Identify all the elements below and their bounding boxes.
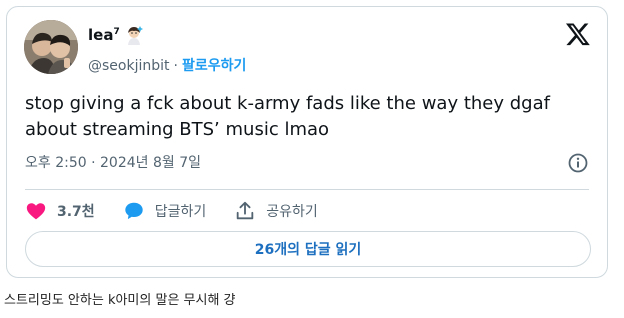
name-superscript: 7 [113,27,120,37]
emoji-badge-icon [124,25,144,45]
info-icon[interactable] [567,152,589,174]
x-logo-icon[interactable] [565,21,591,47]
user-name-row: lea7 [88,25,144,45]
reply-button[interactable]: 답글하기 [123,200,207,222]
tweet-timestamp[interactable]: 오후 2:50 · 2024년 8월 7일 [25,153,201,173]
display-name[interactable]: lea7 [88,26,120,44]
reply-label: 답글하기 [154,204,207,220]
tweet-text: stop giving a fck about k-army fads like… [25,93,550,140]
speech-bubble-icon [123,200,145,222]
user-handle[interactable]: @seokjinbit [88,57,170,75]
follow-link[interactable]: 팔로우하기 [182,57,246,75]
like-count: 3.7천 [57,204,95,220]
avatar[interactable] [24,20,78,74]
caption-text: 스트리밍도 안하는 k아미의 말은 무시해 걍 [4,293,236,308]
divider [25,189,589,190]
action-bar: 3.7천 답글하기 공유하기 [25,193,346,229]
share-upload-icon [234,200,256,222]
share-label: 공유하기 [266,204,318,220]
read-replies-button[interactable]: 26개의 답글 읽기 [25,231,591,267]
tweet-card: lea7 @seokjinbit · 팔로우하기 stop giving a f… [6,6,608,278]
handle-row: @seokjinbit · 팔로우하기 [88,57,246,75]
separator-dot: · [173,58,178,74]
heart-icon [25,200,47,222]
like-button[interactable]: 3.7천 [25,200,95,222]
avatar-image [24,20,78,74]
share-button[interactable]: 공유하기 [234,200,318,222]
